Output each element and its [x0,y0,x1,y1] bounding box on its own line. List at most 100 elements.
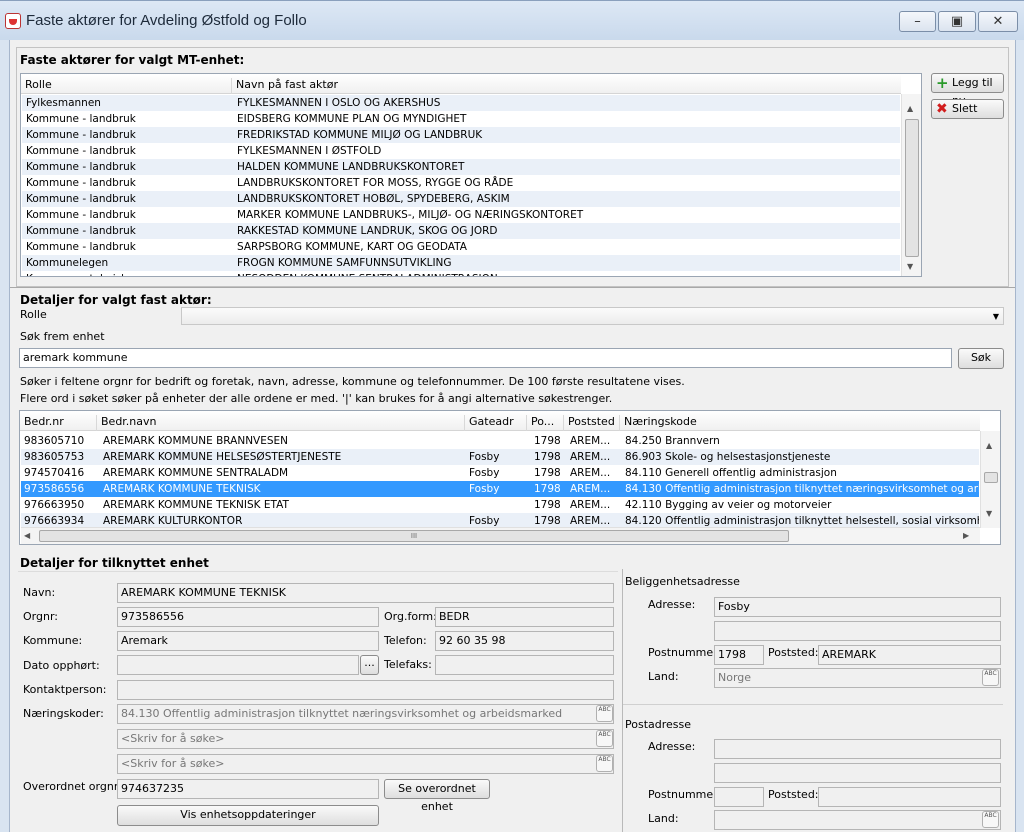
search-button[interactable]: Søk [958,348,1004,369]
search-input[interactable]: aremark kommune [19,348,952,368]
table-row[interactable]: Kommune - landbruk HALDEN KOMMUNE LANDBRU… [22,159,900,175]
post-adresse-field-2[interactable] [714,763,1001,783]
bel-postnr-field[interactable]: 1798 [714,645,764,665]
col-header-bedrnavn[interactable]: Bedr.navn [96,415,157,431]
bedrnr-cell: 973586556 [24,483,85,495]
col-header-gateadr[interactable]: Gateadr [464,415,514,431]
abc-icon[interactable]: ABC [982,811,999,828]
scroll-left-icon[interactable]: ◀ [24,531,30,540]
results-vscroll[interactable]: ▲ ▼ [980,431,1000,528]
gateadr-cell: Fosby [469,451,500,463]
post-poststed-label: Poststed: [768,788,819,801]
results-table[interactable]: Bedr.nr Bedr.navn Gateadr Po... Poststed… [19,410,1001,545]
bel-adresse-field-2[interactable] [714,621,1001,641]
table-row[interactable]: Kommune - landbruk FYLKESMANNEN I ØSTFOLD [22,143,900,159]
scroll-down-icon[interactable]: ▼ [907,262,913,271]
bel-poststed-field[interactable]: AREMARK [818,645,1001,665]
post-poststed-field[interactable] [818,787,1001,807]
col-header-bedrnr[interactable]: Bedr.nr [20,415,64,431]
rolle-dropdown[interactable]: ▼ [181,307,1004,325]
col-header-navn[interactable]: Navn på fast aktør [231,78,338,94]
close-button[interactable]: ✕ [978,11,1018,32]
title-bar: Faste aktører for Avdeling Østfold og Fo… [0,0,1024,40]
close-icon: ✕ [992,14,1004,29]
vis-oppdateringer-button[interactable]: Vis enhetsoppdateringer [117,805,379,826]
maximize-button[interactable]: ▣ [938,11,976,32]
naeringskode-cell: 42.110 Bygging av veier og motorveier [625,499,832,511]
abc-icon[interactable]: ABC [596,730,613,747]
navn-cell: LANDBRUKSKONTORET FOR MOSS, RYGGE OG RÅD… [237,177,514,189]
table-row[interactable]: 973586556 AREMARK KOMMUNE TEKNISK Fosby 179… [21,481,979,497]
table-row[interactable]: 976663950 AREMARK KOMMUNE TEKNISK ETAT 179… [21,497,979,513]
post-postnr-field[interactable] [714,787,764,807]
scroll-up-icon[interactable]: ▲ [907,104,913,113]
rolle-cell: Kommune - landbruk [26,177,136,189]
naering-field-3[interactable]: <Skriv for å søke> [117,754,614,774]
poststed-cell: AREM... [570,451,611,463]
table-row[interactable]: Kommune - landbruk EIDSBERG KOMMUNE PLAN … [22,111,900,127]
actors-scroll-thumb[interactable] [905,119,919,257]
table-row[interactable]: Kommune - landbruk MARKER KOMMUNE LANDBRU… [22,207,900,223]
bel-land-field[interactable]: Norge [714,668,1001,688]
bel-adresse-field-1[interactable]: Fosby [714,597,1001,617]
window-title: Faste aktører for Avdeling Østfold og Fo… [26,12,307,29]
telefaks-field[interactable] [435,655,614,675]
table-row[interactable]: 974570416 AREMARK KOMMUNE SENTRALADM Fosby… [21,465,979,481]
col-header-poststed[interactable]: Poststed [563,415,615,431]
results-hscroll[interactable]: ◀ III ▶ [21,527,980,544]
col-header-postnr[interactable]: Po... [526,415,554,431]
orgnr-field[interactable]: 973586556 [117,607,379,627]
col-header-naeringskode[interactable]: Næringskode [619,415,697,431]
table-row[interactable]: Kommune - landbruk LANDBRUKSKONTORET FOR … [22,175,900,191]
navn-label: Navn: [23,586,56,599]
table-row[interactable]: Kommune - landbruk RAKKESTAD KOMMUNE LAND… [22,223,900,239]
table-row[interactable]: Kommune - landbruk FREDRIKSTAD KOMMUNE MI… [22,127,900,143]
table-row[interactable]: Kommune - landbruk LANDBRUKSKONTORET HOBØ… [22,191,900,207]
table-row[interactable]: 983605710 AREMARK KOMMUNE BRANNVESEN 1798 A… [21,433,979,449]
top-section-title: Faste aktører for valgt MT-enhet: [20,53,245,67]
naering-field-1[interactable]: 84.130 Offentlig administrasjon tilknytt… [117,704,614,724]
unit-title: Detaljer for tilknyttet enhet [20,556,209,570]
navn-field[interactable]: AREMARK KOMMUNE TEKNISK [117,583,614,603]
navn-cell: FROGN KOMMUNE SAMFUNNSUTVIKLING [237,257,452,269]
bel-land-label: Land: [648,670,679,683]
rolle-cell: Kommune - landbruk [26,113,136,125]
results-scroll-thumb[interactable] [984,472,998,483]
se-overordnet-button[interactable]: Se overordnet enhet [384,779,490,813]
add-new-button[interactable]: + Legg til ny [931,73,1004,107]
table-row[interactable]: Fylkesmannen FYLKESMANNEN I OSLO OG AKERS… [22,95,900,111]
abc-icon[interactable]: ABC [596,755,613,772]
table-row[interactable]: Kommunelegen FROGN KOMMUNE SAMFUNNSUTVIKL… [22,255,900,271]
abc-icon[interactable]: ABC [596,705,613,722]
abc-icon[interactable]: ABC [982,669,999,686]
scroll-down-icon[interactable]: ▼ [986,509,992,518]
naering-label: Næringskoder: [23,707,104,720]
rolle-cell: Kommune - teknisk [26,271,226,276]
results-hscroll-thumb[interactable]: III [39,530,789,542]
bedrnavn-cell: AREMARK KOMMUNE HELSESØSTERTJENESTE [103,451,342,463]
naering-field-2[interactable]: <Skriv for å søke> [117,729,614,749]
maximize-icon: ▣ [950,14,964,29]
date-picker-button[interactable]: ... [360,655,379,675]
table-row[interactable]: Kommune - teknisk NESODDEN KOMMUNE SENTRA… [22,271,900,276]
col-header-rolle[interactable]: Rolle [21,78,52,94]
scroll-right-icon[interactable]: ▶ [963,531,969,540]
orgform-field[interactable]: BEDR [435,607,614,627]
post-land-field[interactable] [714,810,1001,830]
dato-field[interactable] [117,655,359,675]
telefon-field[interactable]: 92 60 35 98 [435,631,614,651]
table-row[interactable]: Kommune - landbruk SARPSBORG KOMMUNE, KAR… [22,239,900,255]
kommune-field[interactable]: Aremark [117,631,379,651]
actors-table[interactable]: Rolle Navn på fast aktør Fylkesmannen FYL… [20,73,922,277]
kontakt-field[interactable] [117,680,614,700]
overordnet-field[interactable]: 974637235 [117,779,379,799]
orgform-label: Org.form: [384,610,437,623]
minimize-button[interactable]: – [899,11,936,32]
actors-vscroll[interactable]: ▲ ▼ [901,94,921,276]
splitter[interactable] [10,287,1015,288]
post-adresse-field-1[interactable] [714,739,1001,759]
scroll-up-icon[interactable]: ▲ [986,441,992,450]
help-text-1: Søker i feltene orgnr for bedrift og for… [20,375,685,388]
delete-button[interactable]: ✖ Slett [931,99,1004,119]
table-row[interactable]: 983605753 AREMARK KOMMUNE HELSESØSTERTJEN… [21,449,979,465]
